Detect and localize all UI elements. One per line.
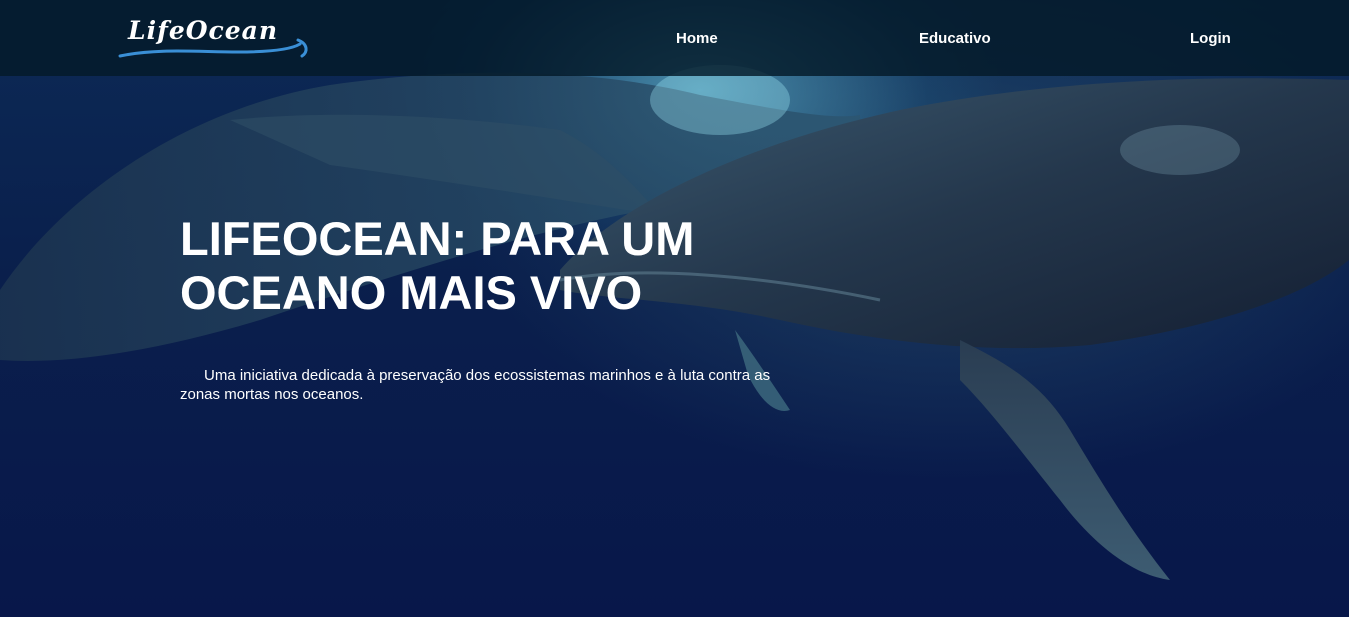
nav-educativo-link[interactable]: Educativo [919, 30, 991, 47]
hero-subtitle: Uma iniciativa dedicada à preservação do… [180, 367, 771, 403]
nav-login-link[interactable]: Login [1190, 30, 1231, 47]
top-navbar: LifeOcean Home Educativo Login [0, 0, 1349, 76]
hero-section: LifeOcean Home Educativo Login LIFEOCEAN… [0, 0, 1349, 617]
brand-logo[interactable]: LifeOcean [118, 14, 318, 64]
hero-title: LIFEOCEAN: PARA UM OCEANO MAIS VIVO [180, 212, 695, 319]
wave-icon [118, 38, 308, 58]
nav-home-link[interactable]: Home [676, 30, 718, 47]
